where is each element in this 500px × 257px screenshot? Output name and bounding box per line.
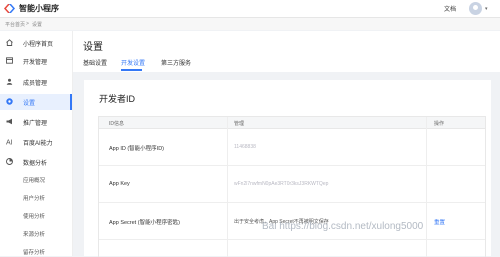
tab-basic-settings[interactable]: 基础设置 xyxy=(83,58,107,67)
sidebar-subitem-sources[interactable]: 来源分析 xyxy=(23,230,45,238)
table-row: App ID (智能小程序ID) 11468838 xyxy=(99,129,485,166)
sidebar-subitem-usage[interactable]: 使用分析 xyxy=(23,212,45,220)
user-icon xyxy=(6,78,13,85)
chart-icon xyxy=(6,158,13,165)
sidebar-item-label: 百度AI能力 xyxy=(23,141,53,147)
sidebar-item-label: 成员管理 xyxy=(23,81,48,87)
row-label: App Key xyxy=(109,181,130,187)
breadcrumb-separator: > xyxy=(26,21,29,27)
sidebar-item-label: 推广管理 xyxy=(23,121,48,127)
developer-id-table: ID信息 管理 操作 App ID (智能小程序ID) 11468838 App… xyxy=(98,116,486,257)
column-header: 管理 xyxy=(234,121,245,127)
app-id-value: 11468838 xyxy=(234,144,256,150)
sidebar-item-members[interactable]: 成员管理 xyxy=(0,74,72,90)
breadcrumb-home[interactable]: 平台首页 xyxy=(5,21,25,28)
section-title: 开发者ID xyxy=(99,94,136,104)
breadcrumb-current: 设置 xyxy=(32,22,43,28)
sidebar-item-analytics[interactable]: 数据分析 xyxy=(0,154,72,170)
logo-icon xyxy=(4,4,15,13)
sidebar: 小程序首页 开发管理 成员管理 设置 推广管理 AI 百度AI能力 数据分析 应… xyxy=(0,31,73,256)
top-bar: 智能小程序 文档 ▾ xyxy=(0,0,500,18)
table-header: ID信息 管理 操作 xyxy=(99,117,485,129)
code-icon xyxy=(6,57,13,64)
column-header: 操作 xyxy=(434,121,445,127)
sidebar-item-label: 小程序首页 xyxy=(23,42,54,48)
sidebar-item-label: 开发管理 xyxy=(23,60,48,66)
sidebar-item-promotion[interactable]: 推广管理 xyxy=(0,114,72,130)
sidebar-item-label: 数据分析 xyxy=(23,161,48,167)
docs-link[interactable]: 文档 xyxy=(444,4,456,13)
chevron-down-icon[interactable]: ▾ xyxy=(485,6,488,12)
sidebar-item-label: 设置 xyxy=(23,101,36,107)
page-header: 设置 基础设置 开发设置 第三方服务 xyxy=(73,31,500,72)
row-label: App ID (智能小程序ID) xyxy=(109,146,165,152)
sidebar-subitem-users[interactable]: 用户分析 xyxy=(23,194,45,202)
column-header: ID信息 xyxy=(109,121,125,127)
page-title: 设置 xyxy=(83,42,103,53)
reset-secret-link[interactable]: 重置 xyxy=(434,218,445,226)
svg-text:AI: AI xyxy=(6,140,13,146)
row-label: App Secret (智能小程序密匙) xyxy=(109,220,180,226)
sidebar-item-dev[interactable]: 开发管理 xyxy=(0,53,72,69)
gear-icon xyxy=(6,98,13,105)
sidebar-subitem-retention[interactable]: 留存分析 xyxy=(23,248,45,256)
watermark: Bai https://blog.csdn.net/xulong5000 xyxy=(262,221,424,232)
app-key-value: wFn2l7nwfmN0pAe3RT0r3ksJ3RKWTQep xyxy=(234,181,329,187)
sidebar-item-settings[interactable]: 设置 xyxy=(0,94,72,110)
sidebar-item-ai[interactable]: AI 百度AI能力 xyxy=(0,134,72,150)
sidebar-subitem-overview[interactable]: 应用概况 xyxy=(23,176,45,184)
breadcrumb: 平台首页 > 设置 xyxy=(0,18,500,30)
megaphone-icon xyxy=(6,118,12,125)
active-tab-indicator xyxy=(121,69,142,71)
tab-third-party[interactable]: 第三方服务 xyxy=(161,58,191,67)
sidebar-item-home[interactable]: 小程序首页 xyxy=(0,35,72,51)
brand-title: 智能小程序 xyxy=(19,4,59,13)
ai-icon: AI xyxy=(6,140,13,146)
tab-dev-settings[interactable]: 开发设置 xyxy=(121,58,145,67)
table-row: App Key wFn2l7nwfmN0pAe3RT0r3ksJ3RKWTQep xyxy=(99,166,485,203)
home-icon xyxy=(6,39,13,46)
avatar[interactable] xyxy=(469,2,482,15)
